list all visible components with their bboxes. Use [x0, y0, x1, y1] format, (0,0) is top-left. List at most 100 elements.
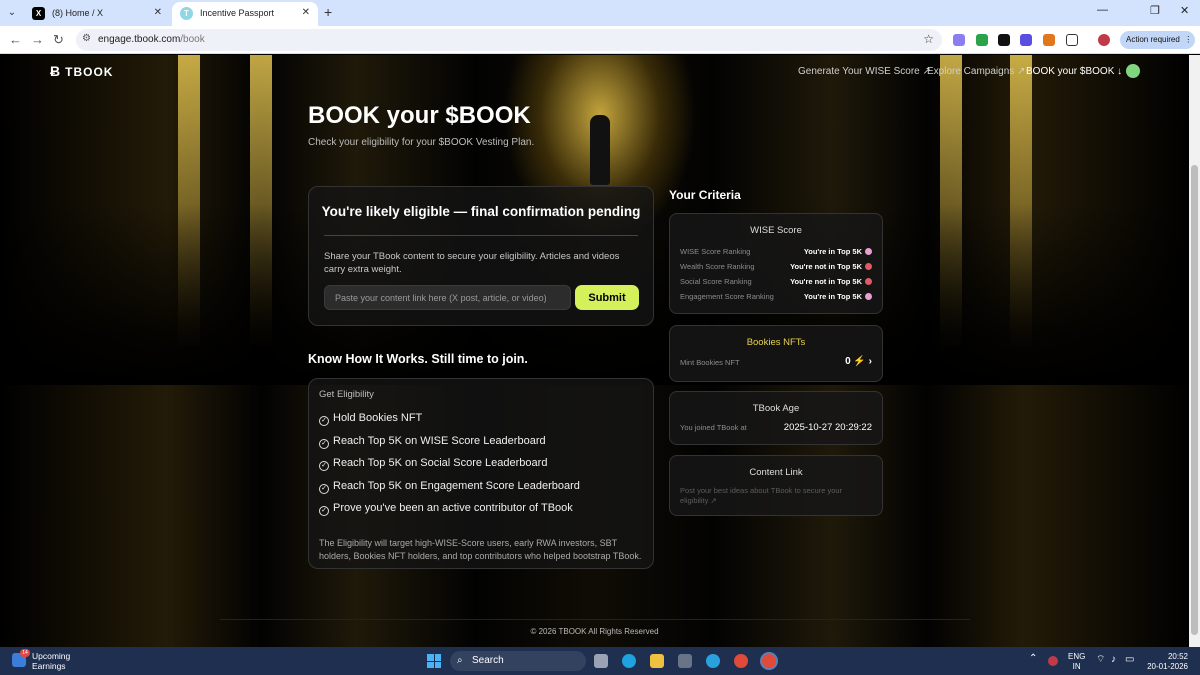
content-link-panel: Content Link Post your best ideas about …: [669, 455, 883, 516]
volume-icon[interactable]: ♪: [1111, 655, 1116, 665]
nav-generate-wise-score[interactable]: Generate Your WISE Score ↗: [798, 66, 931, 77]
news-widget[interactable]: 14 Upcoming Earnings: [12, 649, 72, 671]
x-logo-icon: X: [32, 7, 45, 20]
tab-x-home[interactable]: X (8) Home / X ✕: [24, 2, 170, 26]
check-circle-icon: ✓: [319, 461, 329, 471]
profile-avatar-icon[interactable]: [1098, 34, 1110, 46]
reload-icon[interactable]: ↻: [53, 32, 64, 48]
tbook-logo[interactable]: Ƀ TBOOK: [50, 63, 113, 79]
extensions-puzzle-icon[interactable]: [1066, 34, 1078, 46]
nav-explore-campaigns[interactable]: Explore Campaigns ↗: [927, 66, 1025, 77]
party-icon: [865, 293, 872, 300]
list-item: ✓ Hold Bookies NFT: [319, 411, 580, 434]
eligibility-heading: You're likely eligible — final confirmat…: [321, 204, 641, 219]
mint-bookies-row[interactable]: Mint Bookies NFT 0 ⚡ ›: [680, 356, 872, 367]
joined-row: You joined TBook at 2025-10-27 20:29:22: [680, 422, 872, 433]
tab-title: (8) Home / X: [52, 8, 104, 18]
task-view-icon[interactable]: [594, 654, 608, 668]
address-bar[interactable]: ⚙ engage.tbook.com/book ☆: [76, 29, 942, 51]
news-badge: 14: [20, 649, 30, 657]
site-info-icon[interactable]: ⚙: [82, 33, 91, 44]
check-circle-icon: ✓: [319, 506, 329, 516]
get-eligibility-label: Get Eligibility: [319, 389, 374, 400]
close-tab-icon[interactable]: ✕: [154, 2, 162, 24]
close-window-icon[interactable]: ✕: [1180, 4, 1189, 17]
extension-icon[interactable]: [1020, 34, 1032, 46]
windows-taskbar: 14 Upcoming Earnings ⌕ Search ⌃ ENG IN ⌔ ♪ …: [0, 647, 1200, 675]
battery-icon[interactable]: ▭: [1125, 655, 1134, 665]
lightning-icon: ⚡: [853, 356, 866, 367]
scrollbar-thumb[interactable]: [1191, 165, 1198, 635]
extension-icon[interactable]: [976, 34, 988, 46]
tab-incentive-passport[interactable]: T Incentive Passport ✕: [172, 2, 318, 26]
footer-copyright: © 2026 TBOOK All Rights Reserved: [530, 627, 659, 636]
bookies-title: Bookies NFTs: [746, 337, 806, 348]
browser-tab-bar: ⌄ X (8) Home / X ✕ T Incentive Passport …: [0, 0, 1200, 26]
eligibility-description: Share your TBook content to secure your …: [324, 251, 620, 275]
cross-circle-icon: [865, 263, 872, 270]
file-explorer-icon[interactable]: [650, 654, 664, 668]
extension-icon[interactable]: [953, 34, 965, 46]
list-item: ✓ Prove you've been an active contributor…: [319, 501, 580, 524]
app-icon[interactable]: [678, 654, 692, 668]
tbook-favicon-icon: T: [180, 7, 193, 20]
bookmark-star-icon[interactable]: ☆: [923, 32, 934, 46]
address-toolbar: ← → ↻ ⚙ engage.tbook.com/book ☆ Action r…: [0, 26, 1200, 54]
language-indicator[interactable]: ENG IN: [1068, 652, 1085, 672]
check-circle-icon: ✓: [319, 438, 329, 449]
criteria-title: Your Criteria: [669, 188, 741, 202]
eligibility-list: ✓ Hold Bookies NFT ✓ Reach Top 5K on WISE …: [319, 411, 580, 524]
tbook-age-panel: TBook Age You joined TBook at 2025-10-27 …: [669, 391, 883, 445]
content-link-hint[interactable]: Post your best ideas about TBook to secu…: [680, 486, 870, 506]
tray-app-icon[interactable]: [1048, 656, 1058, 666]
forward-icon[interactable]: →: [31, 32, 44, 47]
content-link-input[interactable]: [324, 285, 571, 310]
list-item: ✓ Reach Top 5K on Social Score Leaderboar…: [319, 456, 580, 479]
page-scrollbar[interactable]: [1189, 55, 1200, 647]
windows-start-icon[interactable]: [427, 654, 441, 668]
action-required-button[interactable]: Action required ⋮: [1120, 31, 1195, 49]
extension-icon[interactable]: [998, 34, 1010, 46]
page-content: Ƀ TBOOK Generate Your WISE Score ↗ Explor…: [0, 55, 1189, 647]
tbook-logo-icon: Ƀ: [50, 63, 62, 79]
criteria-row: Social Score Ranking You're not in Top 5K: [680, 277, 872, 286]
list-item: ✓ Reach Top 5K on WISE Score Leaderboard: [319, 434, 580, 457]
criteria-row: WISE Score Ranking You're in Top 5K: [680, 247, 872, 256]
minimize-icon[interactable]: —: [1097, 4, 1108, 16]
list-item: ✓ Reach Top 5K on Engagement Score Leader…: [319, 479, 580, 502]
metamask-icon[interactable]: [1043, 34, 1055, 46]
telegram-icon[interactable]: [706, 654, 720, 668]
bookies-nft-panel: Bookies NFTs Mint Bookies NFT 0 ⚡ ›: [669, 325, 883, 382]
footer-divider: [220, 619, 970, 620]
url-text[interactable]: engage.tbook.com/book: [98, 34, 205, 45]
page-subtitle: Check your eligibility for your $BOOK Ve…: [308, 137, 535, 148]
bookies-count: 0: [845, 356, 851, 367]
back-icon[interactable]: ←: [9, 32, 22, 47]
how-it-works-card: Get Eligibility ✓ Hold Bookies NFT ✓ Reach…: [308, 378, 654, 569]
check-circle-icon: ✓: [319, 483, 329, 494]
restore-icon[interactable]: ❐: [1150, 4, 1160, 17]
tray-overflow-icon[interactable]: ⌃: [1029, 654, 1037, 664]
user-avatar[interactable]: [1126, 64, 1140, 78]
tab-search-icon[interactable]: ⌄: [4, 5, 20, 21]
page-title: BOOK your $BOOK: [308, 102, 531, 129]
chevron-right-icon[interactable]: ›: [869, 356, 872, 367]
eligibility-card: You're likely eligible — final confirmat…: [308, 186, 654, 326]
taskbar-search[interactable]: ⌕ Search: [450, 651, 586, 671]
nav-book-your-book[interactable]: BOOK your $BOOK ↓: [1026, 66, 1122, 77]
cross-circle-icon: [865, 278, 872, 285]
new-tab-icon[interactable]: +: [324, 4, 332, 20]
close-tab-icon[interactable]: ✕: [302, 2, 310, 24]
wise-score-panel: WISE Score WISE Score Ranking You're in T…: [669, 213, 883, 314]
chrome-active-icon[interactable]: [762, 654, 776, 668]
tbook-age-title: TBook Age: [752, 403, 800, 414]
wifi-icon[interactable]: ⌔: [1096, 655, 1105, 665]
clock[interactable]: 20:52 20-01-2026: [1146, 652, 1188, 672]
tab-title: Incentive Passport: [200, 8, 275, 18]
submit-button[interactable]: Submit: [575, 285, 639, 310]
chrome-icon[interactable]: [734, 654, 748, 668]
edge-icon[interactable]: [622, 654, 636, 668]
wise-score-title: WISE Score: [750, 225, 802, 236]
party-icon: [865, 248, 872, 255]
check-circle-icon: ✓: [319, 416, 329, 426]
